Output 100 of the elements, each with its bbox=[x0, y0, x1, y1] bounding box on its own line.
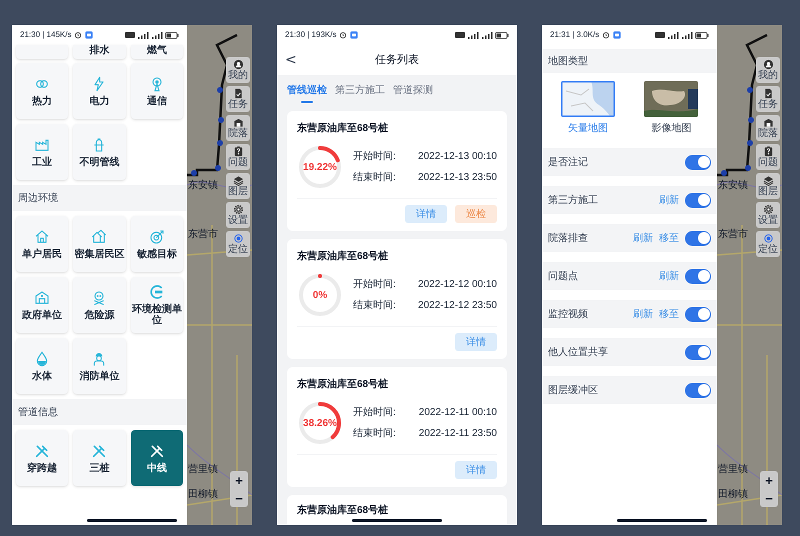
category-tile[interactable] bbox=[16, 45, 68, 59]
layers-icon bbox=[232, 175, 244, 186]
map-toolbar-button[interactable]: 我的 bbox=[226, 57, 250, 83]
crossed-tools-icon bbox=[91, 442, 108, 458]
map-toolbar-button[interactable]: 院落 bbox=[226, 115, 250, 141]
crossed-tools-icon bbox=[148, 442, 165, 458]
progress-percent: 19.22% bbox=[302, 160, 338, 174]
category-tile[interactable]: 三桩 bbox=[73, 430, 126, 486]
signal-icon bbox=[151, 32, 163, 38]
battery-icon bbox=[695, 32, 709, 38]
tab[interactable]: 第三方施工 bbox=[335, 83, 385, 103]
zoom-button[interactable]: − bbox=[230, 489, 248, 507]
user-icon bbox=[232, 59, 244, 70]
map-type-option[interactable]: 影像地图 bbox=[644, 81, 698, 136]
map-toolbar-button[interactable]: 图层 bbox=[756, 173, 780, 199]
toggle-knob bbox=[698, 384, 710, 396]
tab[interactable]: 管线巡检 bbox=[287, 83, 327, 103]
category-tile[interactable]: 危险源 bbox=[73, 277, 126, 333]
category-tile[interactable]: 环境检测单位 bbox=[130, 277, 183, 333]
section-header: 管道信息 bbox=[12, 399, 187, 425]
category-tile[interactable]: 穿跨越 bbox=[16, 430, 68, 486]
alarm-icon bbox=[74, 31, 82, 39]
alarm-icon bbox=[602, 31, 610, 39]
toggle-switch[interactable] bbox=[685, 230, 711, 246]
category-tile[interactable]: 消防单位 bbox=[73, 338, 126, 394]
toggle-switch[interactable] bbox=[685, 192, 711, 208]
document-icon bbox=[762, 88, 774, 99]
battery-icon bbox=[165, 32, 179, 38]
hd-badge-icon bbox=[655, 32, 665, 38]
monitoring-ring-icon bbox=[148, 284, 165, 300]
category-tile[interactable]: 通信 bbox=[130, 63, 183, 119]
hd-badge-icon bbox=[455, 32, 465, 38]
map-place-label: 营里镇 bbox=[188, 465, 218, 475]
layer-label: 是否注记 bbox=[548, 156, 589, 170]
hd-badge-icon bbox=[125, 32, 135, 38]
toggle-switch[interactable] bbox=[685, 154, 711, 170]
map-toolbar-button[interactable]: 任务 bbox=[226, 86, 250, 112]
signal-icon bbox=[467, 32, 479, 38]
layers-icon bbox=[762, 175, 774, 186]
category-tile[interactable]: 排水 bbox=[73, 45, 126, 59]
section-header: 周边环境 bbox=[12, 185, 187, 211]
signal-icon bbox=[137, 32, 149, 38]
map-place-label: 营里镇 bbox=[718, 465, 748, 475]
category-tile[interactable]: 热力 bbox=[16, 63, 68, 119]
vector-map-thumbnail bbox=[560, 81, 615, 117]
layer-label: 他人位置共享 bbox=[548, 346, 609, 360]
zoom-button[interactable]: + bbox=[230, 471, 248, 489]
category-tile[interactable]: 工业 bbox=[16, 124, 68, 180]
app-icon bbox=[85, 31, 94, 39]
status-time: 21:30 | 193K/s bbox=[285, 29, 336, 41]
toggle-knob bbox=[698, 194, 710, 206]
app-icon bbox=[350, 31, 358, 39]
satellite-image-placeholder bbox=[644, 81, 698, 117]
category-tile[interactable]: 不明管线 bbox=[73, 124, 126, 180]
time-label: 结束时间: bbox=[353, 426, 396, 441]
map-place-label: 田柳镇 bbox=[718, 490, 748, 500]
map-toolbar-button[interactable]: 图层 bbox=[226, 173, 250, 199]
category-tile[interactable]: 单户居民 bbox=[16, 216, 68, 272]
time-value: 2022-12-12 00:10 bbox=[417, 278, 497, 292]
clipboard-icon bbox=[232, 146, 244, 157]
toggle-switch[interactable] bbox=[685, 382, 711, 398]
time-value: 2022-12-13 23:50 bbox=[417, 171, 497, 185]
house-icon bbox=[34, 228, 50, 244]
map-toolbar-button[interactable]: 问题 bbox=[756, 144, 780, 170]
map-type-option[interactable]: 矢量地图 bbox=[560, 81, 615, 136]
map-toolbar-button[interactable]: 设置 bbox=[756, 202, 780, 228]
user-icon bbox=[762, 59, 774, 70]
map-toolbar-button[interactable]: 我的 bbox=[756, 57, 780, 83]
signal-icon bbox=[481, 32, 493, 38]
category-tile[interactable]: 水体 bbox=[16, 338, 68, 394]
map-toolbar-button[interactable]: 定位 bbox=[756, 231, 780, 257]
map-toolbar-button[interactable]: 任务 bbox=[756, 86, 780, 112]
category-tile[interactable]: 电力 bbox=[73, 63, 126, 119]
section-header: 地图类型 bbox=[542, 49, 717, 73]
category-tile[interactable]: 中线 bbox=[130, 430, 183, 486]
map-toolbar-button[interactable]: 院落 bbox=[756, 115, 780, 141]
map-place-label: 东安镇 bbox=[718, 181, 748, 191]
status-time: 21:31 | 3.0K/s bbox=[550, 29, 600, 41]
battery-icon bbox=[495, 32, 509, 38]
map-toolbar-button[interactable]: 设置 bbox=[226, 202, 250, 228]
time-label: 结束时间: bbox=[353, 298, 396, 313]
category-tile[interactable]: 政府单位 bbox=[16, 277, 68, 333]
task-title: 东营原油库至68号桩 bbox=[297, 121, 390, 136]
back-button[interactable]: < bbox=[285, 50, 297, 70]
map-toolbar-button[interactable]: 定位 bbox=[226, 231, 250, 257]
category-tile[interactable]: 燃气 bbox=[130, 45, 183, 59]
toggle-switch[interactable] bbox=[685, 344, 711, 360]
category-tile[interactable]: 密集居民区 bbox=[73, 216, 126, 272]
toggle-switch[interactable] bbox=[685, 268, 711, 284]
map-toolbar-button[interactable]: 问题 bbox=[226, 144, 250, 170]
time-value: 2022-12-11 23:50 bbox=[418, 427, 497, 441]
signal-icon bbox=[681, 32, 693, 38]
zoom-button[interactable]: − bbox=[760, 489, 778, 507]
zoom-button[interactable]: + bbox=[760, 471, 778, 489]
tab-underline bbox=[301, 101, 313, 103]
document-icon bbox=[232, 88, 244, 99]
category-tile[interactable]: 敏感目标 bbox=[130, 216, 183, 272]
tab[interactable]: 管道探测 bbox=[393, 83, 433, 103]
layer-label: 问题点 bbox=[548, 270, 579, 284]
toggle-switch[interactable] bbox=[685, 306, 711, 322]
